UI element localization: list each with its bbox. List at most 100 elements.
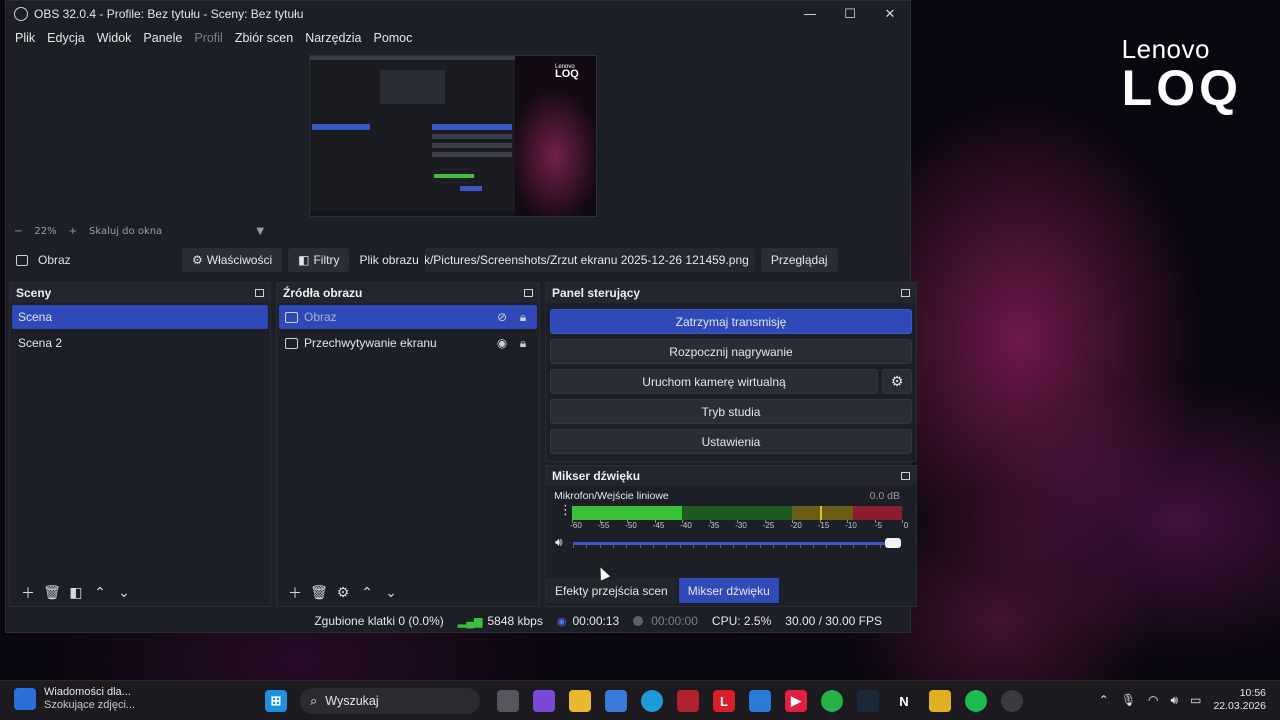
menu-tools[interactable]: Narzędzia: [299, 31, 367, 45]
slider-tick: [853, 545, 854, 548]
scale-mode-label: Skaluj do okna: [89, 225, 163, 237]
eye-icon[interactable]: ◉: [494, 336, 510, 350]
preview-canvas[interactable]: Lenovo LOQ: [309, 55, 597, 217]
menu-profile[interactable]: Profil: [188, 31, 228, 45]
more-options-icon[interactable]: ⋮: [559, 504, 572, 517]
filter-icon[interactable]: ◧: [64, 582, 88, 604]
source-item[interactable]: Przechwytywanie ekranu ◉ 🔒︎: [279, 331, 537, 355]
start-virtual-camera-button[interactable]: Uruchom kamerę wirtualną: [550, 369, 878, 394]
task-view-icon[interactable]: [497, 690, 519, 712]
scene-item[interactable]: Scena: [12, 305, 268, 329]
taskbar-search[interactable]: ⌕ Wyszukaj: [300, 688, 480, 714]
news-text: Wiadomości dla... Szokujące zdjęci...: [44, 686, 135, 712]
lock-icon[interactable]: 🔒︎: [515, 310, 531, 325]
add-source-icon[interactable]: ＋: [283, 582, 307, 604]
menu-help[interactable]: Pomoc: [367, 31, 418, 45]
browse-button[interactable]: Przeglądaj: [760, 248, 838, 272]
speaker-icon[interactable]: 🔊︎: [1171, 693, 1179, 708]
clock[interactable]: 10:56 22.03.2026: [1213, 687, 1266, 713]
notion-icon[interactable]: N: [893, 690, 915, 712]
filter-icon: ◧: [298, 253, 310, 267]
undock-icon[interactable]: [901, 289, 910, 297]
move-up-icon[interactable]: ⌃: [355, 582, 379, 604]
youtube-icon[interactable]: ▶: [785, 690, 807, 712]
speaker-icon[interactable]: 🔊︎: [555, 535, 563, 550]
gear-icon[interactable]: ⚙: [882, 369, 912, 394]
properties-button[interactable]: ⚙ Właściwości: [182, 248, 283, 272]
volume-slider-ticks: [573, 545, 894, 549]
news-widget[interactable]: Wiadomości dla... Szokujące zdjęci...: [14, 686, 135, 712]
winamp-icon[interactable]: [929, 690, 951, 712]
battery-icon[interactable]: ▭: [1190, 693, 1201, 707]
mcafee-icon[interactable]: [677, 690, 699, 712]
slider-tick: [879, 545, 881, 548]
close-button[interactable]: ✕: [870, 1, 910, 27]
windows-start-icon[interactable]: ⊞: [265, 690, 287, 712]
sources-dock-header: Źródła obrazu: [277, 283, 539, 303]
trash-icon[interactable]: 🗑: [307, 582, 331, 604]
steam-icon[interactable]: [857, 690, 879, 712]
slider-tick: [666, 545, 668, 548]
controls-dock: Panel sterujący Zatrzymaj transmisję Roz…: [545, 282, 917, 462]
move-down-icon[interactable]: ⌄: [112, 582, 136, 604]
trash-icon[interactable]: 🗑: [40, 582, 64, 604]
undock-icon[interactable]: [524, 289, 533, 297]
chevron-up-icon[interactable]: ⌃: [1099, 693, 1109, 707]
image-file-path-field[interactable]: nek/Pictures/Screenshots/Zrzut ekranu 20…: [424, 248, 755, 272]
menu-edit[interactable]: Edycja: [41, 31, 91, 45]
channel-name: Mikrofon/Wejście liniowe: [554, 490, 669, 502]
gear-icon[interactable]: ⚙: [331, 582, 355, 604]
outlook-icon[interactable]: [749, 690, 771, 712]
scene-item[interactable]: Scena 2: [12, 331, 268, 355]
meter-tick-label: -45: [652, 521, 665, 530]
search-icon: ⌕: [310, 693, 318, 708]
start-recording-button[interactable]: Rozpocznij nagrywanie: [550, 339, 912, 364]
microsoft-store-icon[interactable]: [605, 690, 627, 712]
microphone-icon[interactable]: 🎙︎: [1121, 693, 1136, 707]
lenovo-vantage-icon[interactable]: L: [713, 690, 735, 712]
slider-tick: [653, 545, 654, 548]
menu-docks[interactable]: Panele: [137, 31, 188, 45]
move-down-icon[interactable]: ⌄: [379, 582, 403, 604]
maximize-button[interactable]: ☐: [830, 1, 870, 27]
file-explorer-icon[interactable]: [569, 690, 591, 712]
spotify-icon[interactable]: [965, 690, 987, 712]
minimize-button[interactable]: —: [790, 1, 830, 27]
settings-button[interactable]: Ustawienia: [550, 429, 912, 454]
news-icon: [14, 688, 36, 710]
cpu-usage: CPU: 2.5%: [711, 614, 772, 628]
preview-area[interactable]: Lenovo LOQ: [6, 49, 910, 223]
source-item[interactable]: Obraz ⊘ 🔒︎: [279, 305, 537, 329]
slider-tick: [693, 545, 694, 548]
undock-icon[interactable]: [901, 472, 910, 480]
add-scene-icon[interactable]: ＋: [16, 582, 40, 604]
filters-button[interactable]: ◧ Filtry: [288, 248, 350, 272]
clock-date: 22.03.2026: [1213, 700, 1266, 712]
tab-audio-mixer[interactable]: Mikser dźwięku: [678, 578, 779, 603]
obs-logo-icon: [14, 7, 28, 21]
obs-icon[interactable]: [1001, 690, 1023, 712]
menu-file[interactable]: Plik: [9, 31, 41, 45]
menu-view[interactable]: Widok: [91, 31, 138, 45]
stop-streaming-button[interactable]: Zatrzymaj transmisję: [550, 309, 912, 334]
menu-scene-collection[interactable]: Zbiór scen: [229, 31, 299, 45]
tab-scene-transitions[interactable]: Efekty przejścia scen: [546, 578, 677, 603]
wifi-icon[interactable]: ◠: [1148, 693, 1158, 707]
volume-slider-handle[interactable]: [885, 538, 901, 548]
whatsapp-icon[interactable]: [821, 690, 843, 712]
zoom-in-button[interactable]: +: [69, 226, 77, 237]
slider-tick: [613, 545, 614, 548]
studio-mode-button[interactable]: Tryb studia: [550, 399, 912, 424]
eye-slash-icon[interactable]: ⊘: [494, 310, 510, 324]
meter-tick-label: 0: [903, 521, 909, 530]
zoom-out-button[interactable]: −: [14, 226, 22, 237]
edge-icon[interactable]: [641, 690, 663, 712]
scale-mode-dropdown[interactable]: Skaluj do okna ▼: [89, 226, 264, 237]
slider-tick: [599, 545, 601, 548]
copilot-icon[interactable]: [533, 690, 555, 712]
undock-icon[interactable]: [255, 289, 264, 297]
bitrate-status: ▂▄▆ 5848 kbps: [458, 614, 543, 628]
lock-icon[interactable]: 🔒︎: [515, 336, 531, 351]
move-up-icon[interactable]: ⌃: [88, 582, 112, 604]
meter-scale: -60 -55 -50 -45 -40 -35 -30 -25 -20 -15 -10 -5 0: [570, 520, 908, 532]
